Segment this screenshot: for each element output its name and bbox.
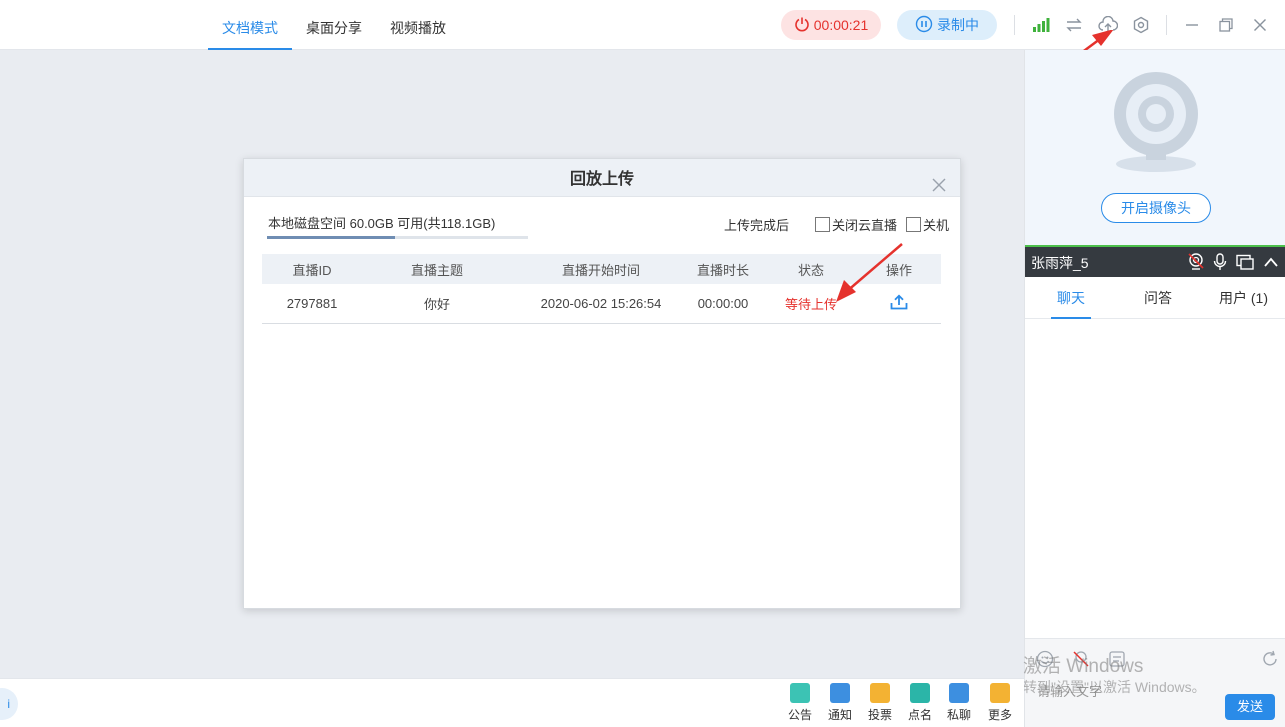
shutdown-label: 关机 [923,218,950,233]
after-upload-label: 上传完成后 [724,218,790,233]
disk-usage-bar [267,236,528,239]
column-header: 状态 [797,262,824,278]
user-bar: 张雨萍_5 [1025,245,1285,277]
more-button[interactable]: 更多 [984,683,1016,723]
right-panel: 开启摄像头 张雨萍_5 聊天 问答 用户 (1) 请输入文字 激活 Window… [1023,50,1285,727]
tab-users[interactable]: 用户 (1) [1219,277,1268,319]
announcement-label: 公告 [787,708,812,722]
microphone-icon[interactable] [1211,253,1229,271]
pause-icon [915,15,933,36]
checkbox-box[interactable] [906,217,921,232]
private-chat-icon [949,683,969,703]
close-icon[interactable] [930,169,948,192]
restore-icon[interactable] [1214,13,1238,37]
upload-action-button[interactable] [860,284,938,323]
more-label: 更多 [987,708,1012,722]
side-tabs: 聊天 问答 用户 (1) [1025,277,1285,319]
divider [1166,15,1167,35]
vote-button[interactable]: 投票 [864,683,896,723]
table-header: 直播ID 直播主题 直播开始时间 直播时长 状态 操作 [262,254,941,284]
announcement-icon [790,683,810,703]
duration-cell: 00:00:00 [697,296,749,311]
chat-messages [1025,320,1285,640]
roll-call-icon [910,683,930,703]
dialog-header: 回放上传 [244,159,960,197]
column-header: 直播开始时间 [561,262,640,278]
info-bubble[interactable]: i [0,688,18,720]
switch-icon[interactable] [1062,13,1086,37]
column-header: 直播主题 [410,262,463,278]
refresh-icon[interactable] [1260,649,1280,669]
notice-icon [830,683,850,703]
roll-call-label: 点名 [907,708,932,722]
camera-area: 开启摄像头 [1025,50,1285,245]
notice-label: 通知 [827,708,852,722]
send-button[interactable]: 发送 [1225,694,1275,720]
live-id-cell: 2797881 [286,296,338,311]
tab-document-mode[interactable]: 文档模式 [208,0,292,50]
open-camera-button[interactable]: 开启摄像头 [1101,193,1211,223]
start-time-cell: 2020-06-02 15:26:54 [540,296,662,311]
signal-icon[interactable] [1029,13,1053,37]
upload-icon[interactable] [890,294,908,313]
webcam-icon [1114,72,1198,172]
table-row: 2797881 你好 2020-06-02 15:26:54 00:00:00 … [262,284,941,324]
column-header: 操作 [885,262,912,278]
column-header: 直播ID [292,262,332,278]
settings-icon[interactable] [1129,13,1153,37]
notice-button[interactable]: 通知 [824,683,856,723]
close-live-label: 关闭云直播 [832,218,898,233]
windows-activation-hint: 转到"设置"以激活 Windows。 [1023,679,1206,695]
status-cell: 等待上传 [784,297,837,312]
disk-usage-fill [267,236,395,239]
playback-upload-dialog: 回放上传 本地磁盘空间 60.0GB 可用(共118.1GB) 上传完成后 关闭… [243,158,961,609]
roll-call-button[interactable]: 点名 [904,683,936,723]
chat-input-area[interactable]: 请输入文字 激活 Windows 转到"设置"以激活 Windows。 发送 [1023,638,1285,727]
minimize-icon[interactable] [1180,13,1204,37]
close-window-icon[interactable] [1248,13,1272,37]
stop-timer-button[interactable]: 00:00:21 [781,10,881,40]
checkbox-box[interactable] [815,217,830,232]
tab-chat[interactable]: 聊天 [1051,277,1091,319]
announcement-button[interactable]: 公告 [784,683,816,723]
screen-icon[interactable] [1236,253,1254,271]
power-icon [794,16,810,35]
column-header: 直播时长 [696,262,749,278]
topic-cell: 你好 [423,297,450,312]
bottom-toolbar: i 公告 通知 投票 点名 私聊 更多 [0,678,1024,727]
windows-activation-watermark: 激活 Windows [1023,656,1144,677]
vote-icon [870,683,890,703]
recording-button[interactable]: 录制中 [897,10,997,40]
tab-desktop-share[interactable]: 桌面分享 [306,0,362,50]
dialog-title: 回放上传 [569,171,634,188]
private-chat-button[interactable]: 私聊 [943,683,975,723]
more-icon [990,683,1010,703]
chevron-up-icon[interactable] [1262,253,1280,271]
disk-space-info: 本地磁盘空间 60.0GB 可用(共118.1GB) [268,216,496,231]
top-bar: 文档模式 桌面分享 视频播放 00:00:21 录制中 [0,0,1285,50]
shutdown-checkbox[interactable]: 关机 [906,215,949,234]
close-live-checkbox[interactable]: 关闭云直播 [815,215,897,234]
recording-label: 录制中 [937,17,979,33]
tab-video-play[interactable]: 视频播放 [390,0,446,50]
camera-off-icon[interactable] [1187,253,1205,271]
private-chat-label: 私聊 [946,708,971,722]
cloud-upload-icon[interactable] [1096,13,1120,37]
user-name: 张雨萍_5 [1031,255,1089,271]
divider [1014,15,1015,35]
tab-qa[interactable]: 问答 [1144,277,1172,319]
timer-text: 00:00:21 [813,17,869,33]
vote-label: 投票 [867,708,892,722]
